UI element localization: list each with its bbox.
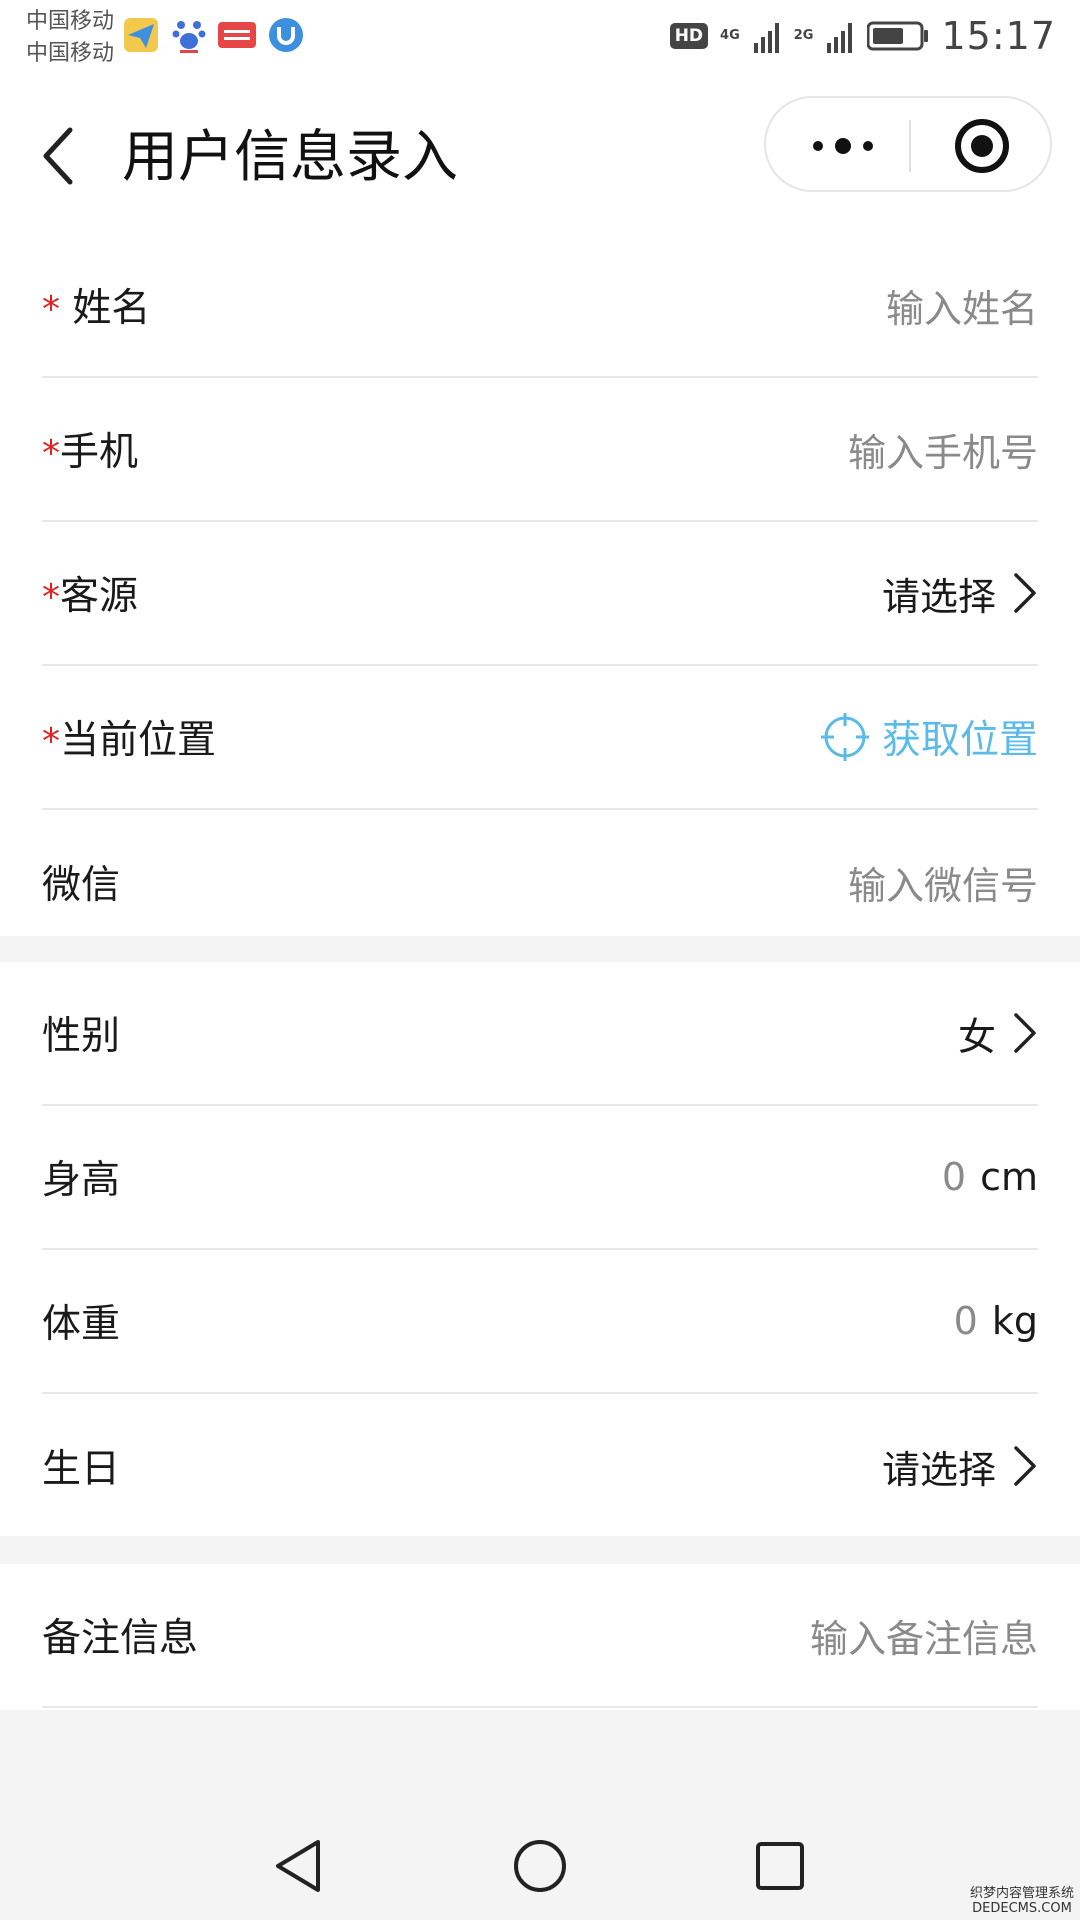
form-row-name[interactable]: * 姓名 输入姓名: [42, 234, 1038, 378]
gender-picker[interactable]: 女: [958, 1006, 1038, 1061]
paper-plane-icon: [124, 18, 158, 52]
capsule-divider: [909, 120, 911, 172]
chevron-right-icon: [1014, 1446, 1036, 1486]
carrier-label-1: 中国移动: [26, 9, 115, 34]
location-label: *当前位置: [42, 718, 217, 763]
back-triangle-icon[interactable]: [268, 1834, 332, 1898]
source-picker[interactable]: 请选择: [882, 566, 1038, 621]
form-row-gender[interactable]: 性别 女: [42, 962, 1038, 1106]
form-row-source[interactable]: *客源 请选择: [42, 522, 1038, 666]
mini-program-capsule: [764, 96, 1052, 192]
recents-square-icon[interactable]: [748, 1834, 812, 1898]
name-label: * 姓名: [42, 286, 151, 331]
form-row-height[interactable]: 身高 0 cm: [42, 1106, 1038, 1250]
required-mark: *: [42, 433, 60, 474]
network-4g-label: 4G: [720, 28, 740, 43]
form-section-required: * 姓名 输入姓名 *手机 输入手机号 *客源 请选择 *当前位置 获取位置 微…: [0, 234, 1080, 936]
system-nav-bar: 织梦内容管理系统 DEDECMS.COM: [0, 1806, 1080, 1920]
wechat-input[interactable]: 输入微信号: [848, 855, 1038, 910]
home-circle-icon[interactable]: [508, 1834, 572, 1898]
more-dots-icon[interactable]: [806, 124, 880, 168]
signal-icon-2: [827, 23, 853, 53]
height-input[interactable]: 0: [942, 1155, 966, 1199]
close-mini-program-icon[interactable]: [952, 116, 1012, 176]
form-row-wechat[interactable]: 微信 输入微信号: [42, 810, 1038, 954]
watermark: 织梦内容管理系统 DEDECMS.COM: [969, 1886, 1074, 1916]
nav-bar: 用户信息录入: [0, 86, 1080, 234]
status-right: HD 4G 2G 15:17: [669, 14, 1056, 58]
clock: 15:17: [941, 14, 1056, 58]
crosshair-icon: [820, 713, 869, 761]
height-label: 身高: [42, 1158, 121, 1203]
network-2g-label: 2G: [793, 28, 814, 43]
form-row-location[interactable]: *当前位置 获取位置: [42, 666, 1038, 810]
carrier-label-2: 中国移动: [26, 41, 115, 66]
required-mark: *: [42, 721, 60, 762]
form-row-weight[interactable]: 体重 0 kg: [42, 1250, 1038, 1394]
screen: 中国移动 中国移动 HD 4G 2G 15:17 用户信息录入 * 姓名 输入姓…: [0, 0, 1080, 1920]
back-arrow-icon[interactable]: [36, 116, 86, 196]
form-section-remarks: 备注信息 输入备注信息: [0, 1564, 1080, 1710]
birthday-picker[interactable]: 请选择: [882, 1439, 1038, 1494]
weight-unit: kg: [991, 1299, 1038, 1343]
birthday-label: 生日: [42, 1447, 121, 1492]
weight-label: 体重: [42, 1302, 121, 1347]
chevron-right-icon: [1014, 1013, 1036, 1053]
source-label: *客源: [42, 574, 139, 619]
source-value: 请选择: [881, 574, 996, 619]
u-badge-icon: [269, 18, 303, 52]
notification-icons: [122, 16, 304, 54]
wechat-label: 微信: [42, 863, 121, 908]
get-location-button[interactable]: 获取位置: [820, 709, 1038, 765]
birthday-value: 请选择: [881, 1447, 996, 1492]
name-input[interactable]: 输入姓名: [886, 278, 1038, 333]
weight-input[interactable]: 0: [954, 1299, 978, 1343]
required-mark: *: [42, 577, 60, 618]
form-section-optional: 性别 女 身高 0 cm 体重 0 kg 生日 请选择: [0, 962, 1080, 1536]
chevron-right-icon: [1014, 573, 1036, 613]
phone-label: *手机: [42, 430, 139, 475]
gender-value: 女: [957, 1014, 996, 1059]
gender-label: 性别: [42, 1014, 121, 1059]
signal-icon: [753, 23, 779, 53]
paw-icon: [172, 21, 206, 53]
phone-input[interactable]: 输入手机号: [848, 422, 1038, 477]
form-row-phone[interactable]: *手机 输入手机号: [42, 378, 1038, 522]
get-location-label: 获取位置: [881, 718, 1038, 763]
required-mark: *: [42, 289, 60, 330]
height-unit: cm: [980, 1155, 1038, 1199]
remarks-label: 备注信息: [42, 1616, 199, 1661]
form-row-birthday[interactable]: 生日 请选择: [42, 1394, 1038, 1538]
battery-icon: [867, 21, 929, 51]
form-row-remarks[interactable]: 备注信息 输入备注信息: [42, 1564, 1038, 1708]
toutiao-icon: [218, 22, 256, 48]
height-field[interactable]: 0 cm: [942, 1155, 1038, 1199]
weight-field[interactable]: 0 kg: [954, 1299, 1038, 1343]
hd-badge: HD: [669, 23, 709, 49]
page-title: 用户信息录入: [122, 125, 458, 190]
remarks-input[interactable]: 输入备注信息: [810, 1608, 1038, 1663]
status-bar: 中国移动 中国移动 HD 4G 2G 15:17: [0, 0, 1080, 86]
